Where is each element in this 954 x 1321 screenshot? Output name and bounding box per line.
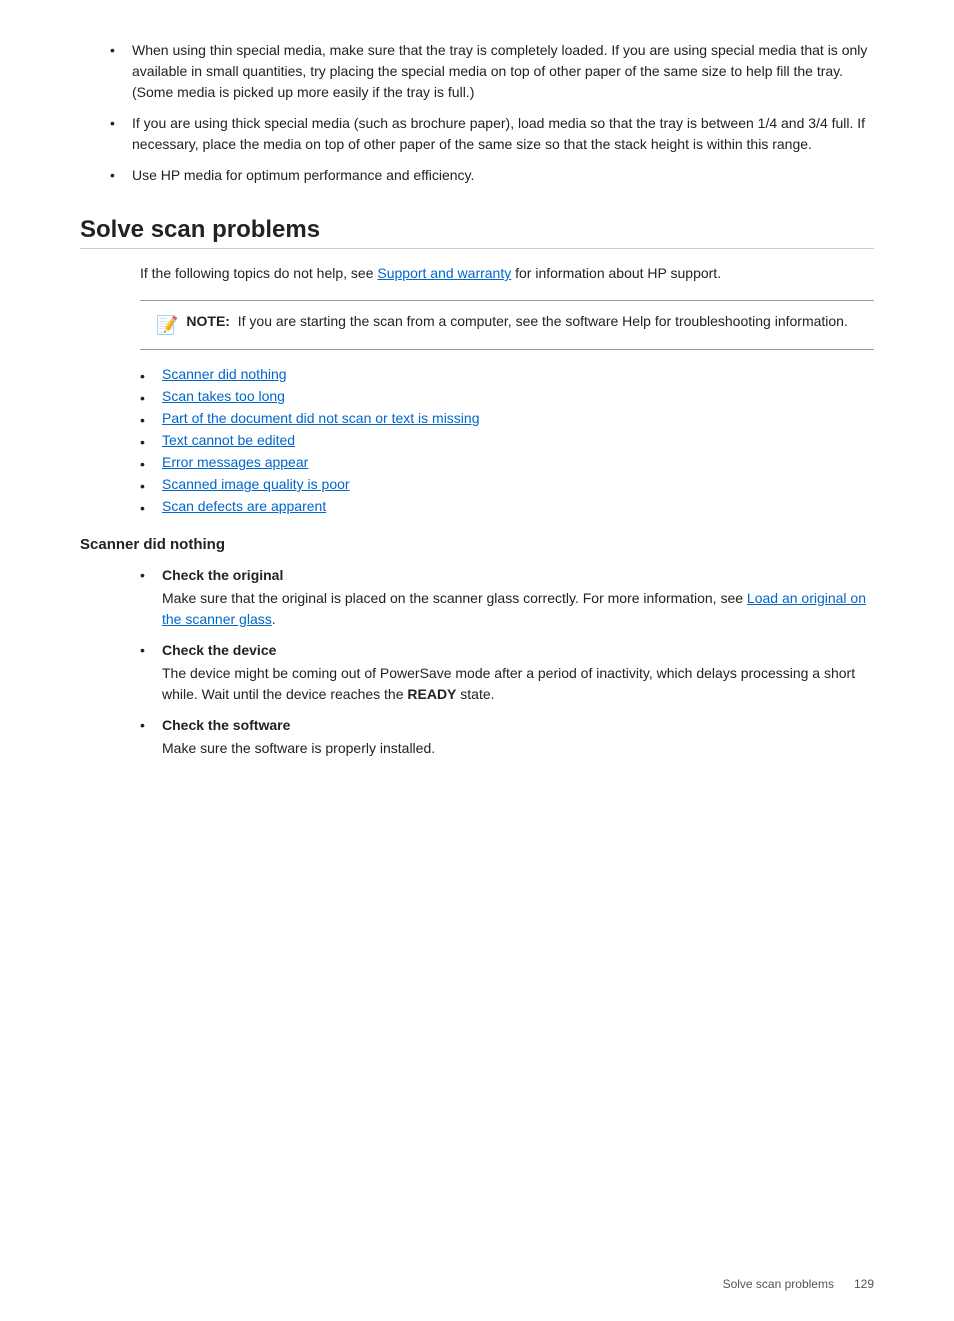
note-label: NOTE: [186, 313, 230, 329]
bullet-item-2: • If you are using thick special media (… [110, 113, 874, 155]
link-scanner-did-nothing[interactable]: Scanner did nothing [162, 366, 287, 382]
load-original-link[interactable]: Load an original on the scanner glass [162, 590, 866, 627]
sub-bullet-check-software: • Check the software Make sure the softw… [140, 715, 874, 759]
bullet-item-3: • Use HP media for optimum performance a… [110, 165, 874, 186]
bullet-dot: • [110, 167, 126, 183]
page-footer: Solve scan problems 129 [723, 1277, 874, 1291]
top-bullet-section: • When using thin special media, make su… [80, 40, 874, 186]
link-item-scanned-image-quality: • Scanned image quality is poor [140, 476, 874, 494]
subsection-title: Scanner did nothing [80, 536, 874, 553]
sub-bullet-check-original: • Check the original Make sure that the … [140, 565, 874, 630]
note-box: 📝 NOTE: If you are starting the scan fro… [140, 300, 874, 350]
link-text-cannot-be-edited[interactable]: Text cannot be edited [162, 432, 295, 448]
bullet-text-1: When using thin special media, make sure… [132, 40, 874, 103]
link-item-scanner-did-nothing: • Scanner did nothing [140, 366, 874, 384]
bullet-dot: • [140, 567, 156, 583]
check-original-body: Check the original Make sure that the or… [162, 565, 874, 630]
subsection-content: • Check the original Make sure that the … [140, 565, 874, 759]
intro-paragraph: If the following topics do not help, see… [140, 263, 874, 284]
check-original-desc: Make sure that the original is placed on… [162, 588, 874, 630]
link-scanned-image-quality[interactable]: Scanned image quality is poor [162, 476, 350, 492]
bullet-text-3: Use HP media for optimum performance and… [132, 165, 474, 186]
footer-page-number: 129 [854, 1277, 874, 1291]
note-icon: 📝 [156, 312, 178, 339]
bullet-text-2: If you are using thick special media (su… [132, 113, 874, 155]
link-item-scan-defects: • Scan defects are apparent [140, 498, 874, 516]
intro-text-after: for information about HP support. [511, 265, 721, 281]
note-body: If you are starting the scan from a comp… [238, 313, 848, 329]
check-software-body: Check the software Make sure the softwar… [162, 715, 435, 759]
bullet-dot: • [140, 717, 156, 733]
sub-bullet-check-device: • Check the device The device might be c… [140, 640, 874, 705]
bullet-dot: • [110, 115, 126, 131]
topic-link-list: • Scanner did nothing • Scan takes too l… [140, 366, 874, 516]
check-device-title: Check the device [162, 640, 874, 661]
support-warranty-link[interactable]: Support and warranty [377, 265, 511, 281]
bullet-item-1: • When using thin special media, make su… [110, 40, 874, 103]
bullet-dot: • [110, 42, 126, 58]
bullet-dot: • [140, 368, 156, 384]
check-device-body: Check the device The device might be com… [162, 640, 874, 705]
link-item-text-cannot-be-edited: • Text cannot be edited [140, 432, 874, 450]
bullet-dot: • [140, 500, 156, 516]
footer-section-label: Solve scan problems [723, 1277, 834, 1291]
link-item-error-messages: • Error messages appear [140, 454, 874, 472]
bullet-dot: • [140, 412, 156, 428]
check-software-desc: Make sure the software is properly insta… [162, 738, 435, 759]
link-scan-defects[interactable]: Scan defects are apparent [162, 498, 326, 514]
check-software-title: Check the software [162, 715, 435, 736]
link-scan-takes-too-long[interactable]: Scan takes too long [162, 388, 285, 404]
link-part-did-not-scan[interactable]: Part of the document did not scan or tex… [162, 410, 480, 426]
ready-label: READY [407, 686, 456, 702]
bullet-dot: • [140, 642, 156, 658]
bullet-dot: • [140, 456, 156, 472]
note-content: NOTE: If you are starting the scan from … [186, 311, 847, 332]
link-error-messages[interactable]: Error messages appear [162, 454, 308, 470]
intro-text-before: If the following topics do not help, see [140, 265, 377, 281]
link-item-part-did-not-scan: • Part of the document did not scan or t… [140, 410, 874, 428]
link-item-scan-takes-too-long: • Scan takes too long [140, 388, 874, 406]
section-title: Solve scan problems [80, 216, 874, 249]
bullet-dot: • [140, 390, 156, 406]
check-original-title: Check the original [162, 565, 874, 586]
bullet-dot: • [140, 478, 156, 494]
check-device-desc: The device might be coming out of PowerS… [162, 663, 874, 705]
bullet-dot: • [140, 434, 156, 450]
